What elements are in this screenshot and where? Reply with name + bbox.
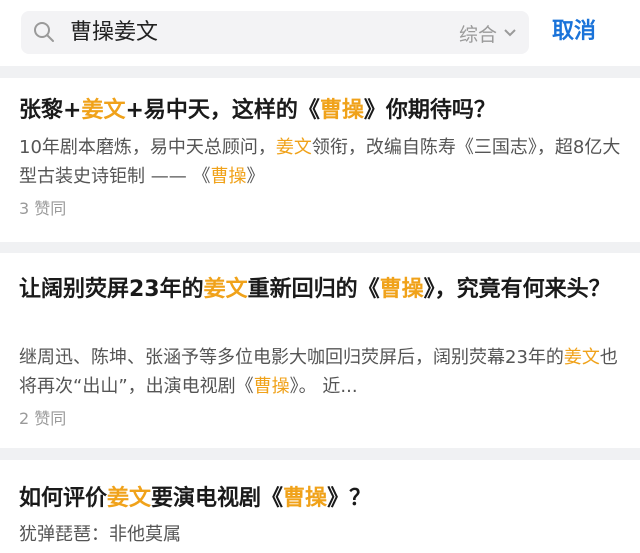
text-segment: +易中天，这样的《 [125,98,320,123]
text-segment: 让阔别荧屏23年的 [19,277,204,302]
filter-dropdown[interactable]: 综合 [459,20,517,46]
highlight-term: 姜文 [81,98,126,123]
filter-label: 综合 [458,23,497,46]
text-segment: 张黎+ [19,98,82,123]
highlight-term: 姜文 [563,347,600,368]
text-segment: 如何评价 [19,486,108,511]
search-query[interactable]: 曹操姜文 [70,19,158,47]
highlight-term: 曹操 [253,376,290,397]
result-title[interactable]: 张黎+姜文+易中天，这样的《曹操》你期待吗？ [19,94,623,127]
result-excerpt: 犹弹琵琶：非他莫属 [19,520,623,549]
text-segment: 继周迅、陈坤、张涵予等多位电影大咖回归荧屏后，阔别荧幕23年的 [19,347,564,368]
search-icon [34,22,54,42]
search-input[interactable]: 曹操姜文 综合 [21,11,529,54]
vote-count: 2 赞同 [19,409,67,428]
text-segment: 》？ [327,486,372,511]
text-segment: 10年剧本磨炼，易中天总顾问， [19,137,276,158]
result-title[interactable]: 如何评价姜文要演电视剧《曹操》？ [19,482,623,515]
result-card[interactable]: 张黎+姜文+易中天，这样的《曹操》你期待吗？ 10年剧本磨炼，易中天总顾问，姜文… [0,78,640,242]
text-segment: 要演电视剧《 [151,486,284,511]
result-title[interactable]: 让阔别荧屏23年的姜文重新回归的《曹操》，究竟有何来头？ [19,273,623,306]
text-segment: 犹弹琵琶：非他莫属 [19,524,181,545]
result-excerpt: 继周迅、陈坤、张涵予等多位电影大咖回归荧屏后，阔别荧幕23年的姜文也将再次“出山… [19,343,623,401]
highlight-term: 曹操 [283,486,328,511]
highlight-term: 曹操 [210,166,247,187]
text-segment: 》。 近... [289,376,358,397]
result-card[interactable]: 如何评价姜文要演电视剧《曹操》？ 犹弹琵琶：非他莫属 [0,460,640,553]
highlight-term: 姜文 [203,277,248,302]
highlight-term: 曹操 [379,277,424,302]
top-bar: 曹操姜文 综合 取消 [0,0,640,66]
highlight-term: 姜文 [275,137,312,158]
text-segment: 》 [246,166,265,187]
text-segment: 》你期待吗？ [363,98,496,123]
cancel-button[interactable]: 取消 [552,17,596,47]
vote-count: 3 赞同 [19,199,67,218]
highlight-term: 曹操 [319,98,364,123]
result-excerpt: 10年剧本磨炼，易中天总顾问，姜文领衔，改编自陈寿《三国志》，超8亿大型古装史诗… [19,133,623,191]
text-segment: 重新回归的《 [247,277,380,302]
text-segment: 》，究竟有何来头？ [423,277,611,302]
highlight-term: 姜文 [107,486,152,511]
chevron-down-icon [504,29,516,37]
result-card[interactable]: 让阔别荧屏23年的姜文重新回归的《曹操》，究竟有何来头？ 继周迅、陈坤、张涵予等… [0,253,640,448]
